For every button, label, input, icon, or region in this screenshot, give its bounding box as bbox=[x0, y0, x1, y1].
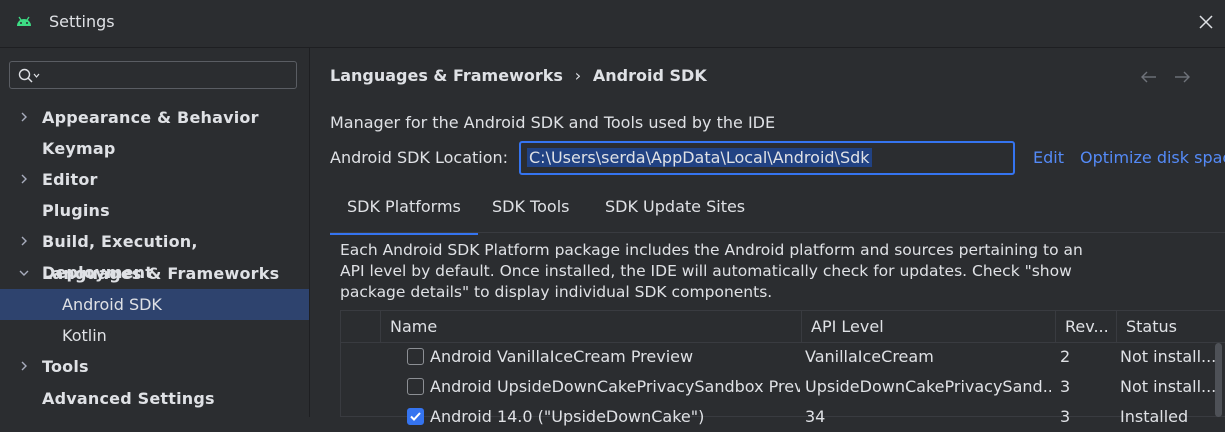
chevron-right-icon[interactable] bbox=[18, 235, 30, 247]
column-header-checkbox[interactable] bbox=[341, 311, 380, 342]
sidebar-item-label: Keymap bbox=[42, 139, 116, 158]
column-header-revision[interactable]: Rev... bbox=[1055, 311, 1116, 342]
package-api-level: UpsideDownCakePrivacySand... bbox=[805, 377, 1051, 396]
sidebar-item-plugins[interactable]: Plugins bbox=[0, 195, 309, 226]
arrow-forward-icon[interactable] bbox=[1173, 68, 1191, 86]
package-status: Installed bbox=[1120, 407, 1189, 426]
package-api-level: 34 bbox=[805, 407, 826, 426]
sidebar-item-build-execution-deployment[interactable]: Build, Execution, Deployment bbox=[0, 226, 309, 282]
settings-sidebar: Appearance & Behavior Keymap Editor Plug… bbox=[0, 48, 310, 417]
table-row[interactable]: Android 14.0 ("UpsideDownCake") 34 3 Ins… bbox=[341, 402, 1225, 432]
sidebar-item-label: Kotlin bbox=[62, 326, 107, 345]
sidebar-item-label: Plugins bbox=[42, 201, 110, 220]
package-revision: 3 bbox=[1060, 377, 1071, 396]
sidebar-item-tools[interactable]: Tools bbox=[0, 351, 309, 382]
breadcrumb-current: Android SDK bbox=[592, 66, 707, 85]
tab-sdk-update-sites[interactable]: SDK Update Sites bbox=[605, 185, 745, 232]
page-description: Manager for the Android SDK and Tools us… bbox=[330, 113, 776, 132]
sidebar-item-keymap[interactable]: Keymap bbox=[0, 133, 309, 164]
edit-link[interactable]: Edit bbox=[1033, 148, 1064, 167]
sidebar-item-label: Languages & Frameworks bbox=[42, 264, 280, 283]
window-title: Settings bbox=[49, 12, 115, 31]
breadcrumb-parent[interactable]: Languages & Frameworks bbox=[330, 66, 563, 85]
sdk-location-field[interactable]: C:\Users\serda\AppData\Local\Android\Sdk bbox=[519, 141, 1015, 175]
android-icon bbox=[17, 16, 31, 26]
main-panel: Languages & Frameworks › Android SDK Manag… bbox=[310, 48, 1225, 426]
sdk-location-value[interactable]: C:\Users\serda\AppData\Local\Android\Sdk bbox=[527, 148, 872, 167]
tabs-divider bbox=[330, 232, 1225, 233]
table-row[interactable]: Android VanillaIceCream Preview VanillaI… bbox=[341, 342, 1225, 372]
package-checkbox[interactable] bbox=[407, 348, 424, 365]
sidebar-item-android-sdk[interactable]: Android SDK bbox=[0, 289, 309, 320]
table-scrollbar[interactable] bbox=[1215, 343, 1222, 417]
package-checkbox[interactable] bbox=[407, 378, 424, 395]
package-name: Android 14.0 ("UpsideDownCake") bbox=[430, 407, 705, 426]
title-bar: Settings bbox=[0, 0, 1225, 48]
search-input[interactable] bbox=[46, 64, 290, 88]
sidebar-item-appearance-behavior[interactable]: Appearance & Behavior bbox=[0, 102, 309, 133]
close-icon[interactable] bbox=[1192, 8, 1220, 36]
sdk-platforms-table: Name API Level Rev... Status Android Van… bbox=[340, 310, 1225, 426]
column-header-api-level[interactable]: API Level bbox=[801, 311, 1055, 342]
sidebar-item-label: Advanced Settings bbox=[42, 389, 215, 408]
package-name: Android UpsideDownCakePrivacySandbox Pre… bbox=[430, 377, 800, 396]
package-revision: 3 bbox=[1060, 407, 1071, 426]
column-header-name[interactable]: Name bbox=[380, 311, 801, 342]
sidebar-item-label: Tools bbox=[42, 357, 89, 376]
search-icon bbox=[18, 68, 40, 83]
column-header-status[interactable]: Status bbox=[1116, 311, 1225, 342]
package-status: Not install... bbox=[1120, 377, 1216, 396]
table-row[interactable]: Android UpsideDownCakePrivacySandbox Pre… bbox=[341, 372, 1225, 402]
chevron-right-icon[interactable] bbox=[18, 173, 30, 185]
sidebar-item-languages-frameworks[interactable]: Languages & Frameworks bbox=[0, 258, 309, 289]
sidebar-item-label: Appearance & Behavior bbox=[42, 108, 259, 127]
sidebar-item-editor[interactable]: Editor bbox=[0, 164, 309, 195]
tab-sdk-tools[interactable]: SDK Tools bbox=[492, 185, 569, 232]
platform-info-text: Each Android SDK Platform package includ… bbox=[340, 241, 1083, 301]
package-name: Android VanillaIceCream Preview bbox=[430, 347, 694, 366]
sdk-location-label: Android SDK Location: bbox=[330, 148, 509, 167]
package-status: Not install... bbox=[1120, 347, 1216, 366]
chevron-down-icon[interactable] bbox=[18, 267, 30, 279]
sidebar-item-advanced-settings[interactable]: Advanced Settings bbox=[0, 383, 309, 414]
search-box[interactable] bbox=[9, 61, 297, 89]
sidebar-item-label: Editor bbox=[42, 170, 98, 189]
arrow-back-icon[interactable] bbox=[1140, 68, 1158, 86]
sidebar-item-label: Android SDK bbox=[62, 295, 162, 314]
breadcrumb: Languages & Frameworks › Android SDK bbox=[330, 66, 707, 85]
chevron-right-icon[interactable] bbox=[18, 111, 30, 123]
sidebar-item-kotlin[interactable]: Kotlin bbox=[0, 320, 309, 351]
sdk-tabs: SDK Platforms SDK Tools SDK Update Sites bbox=[330, 185, 1225, 235]
chevron-right-icon[interactable] bbox=[18, 360, 30, 372]
breadcrumb-separator: › bbox=[574, 66, 582, 85]
optimize-disk-space-link[interactable]: Optimize disk spac bbox=[1080, 148, 1225, 167]
tab-sdk-platforms[interactable]: SDK Platforms bbox=[330, 185, 478, 235]
package-revision: 2 bbox=[1060, 347, 1071, 366]
package-api-level: VanillaIceCream bbox=[805, 347, 934, 366]
table-header: Name API Level Rev... Status bbox=[341, 311, 1225, 343]
